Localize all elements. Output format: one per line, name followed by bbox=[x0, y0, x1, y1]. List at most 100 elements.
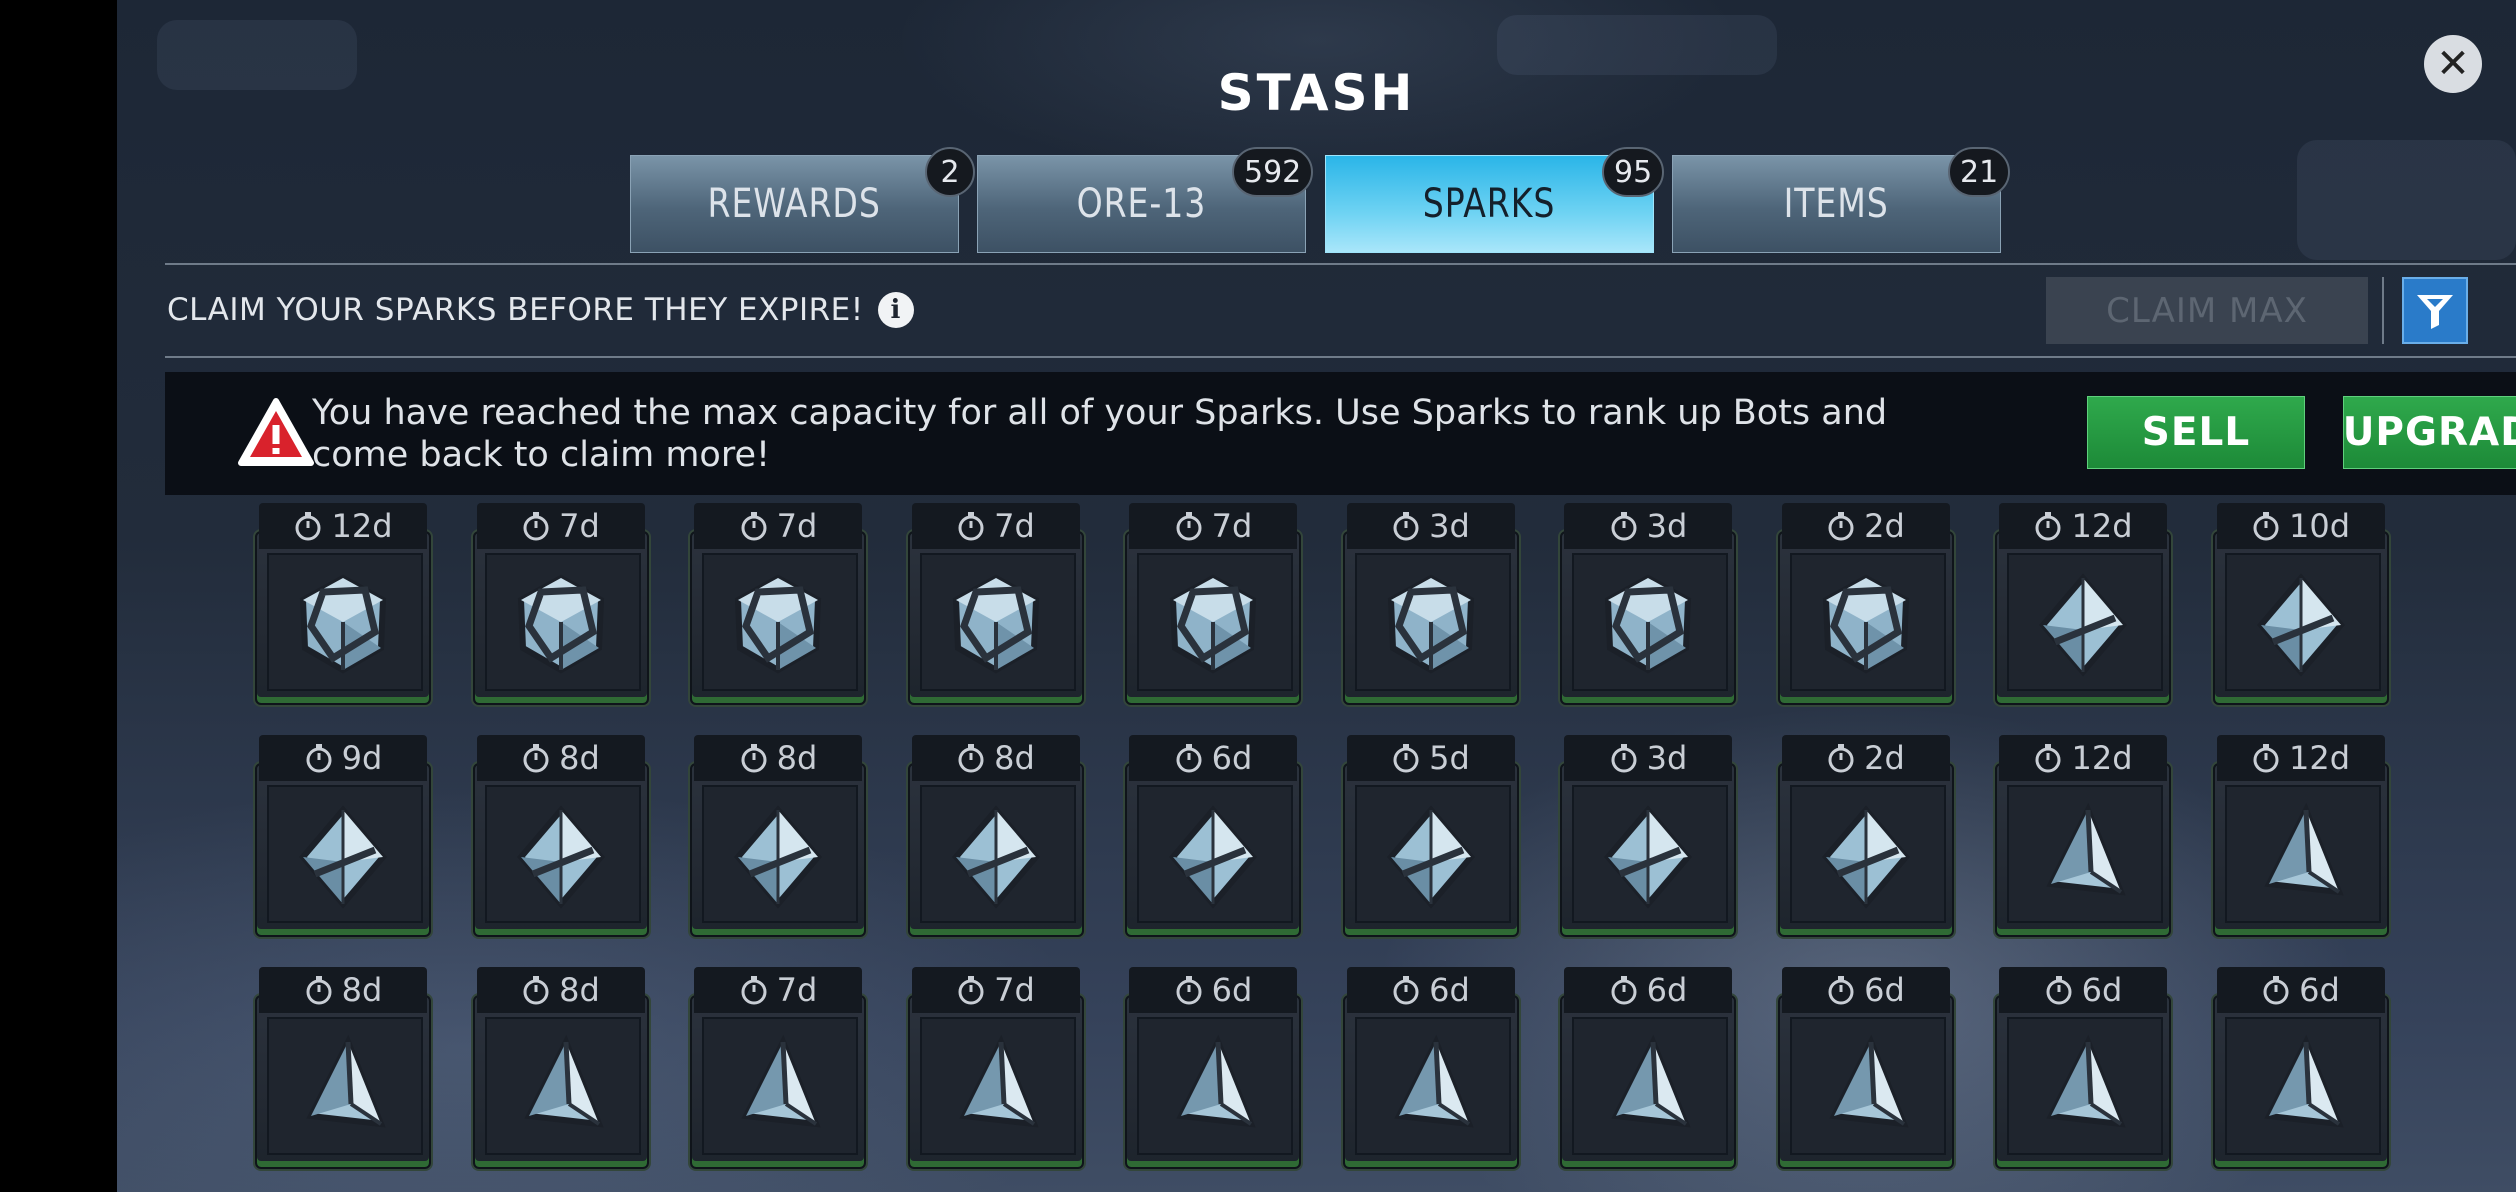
expiry-timer: 8d bbox=[476, 967, 645, 1013]
expiry-timer-text: 12d bbox=[2288, 739, 2351, 777]
expiry-timer-text: 6d bbox=[1864, 971, 1905, 1009]
background-shape bbox=[2297, 140, 2516, 260]
spark-slot[interactable]: 6d bbox=[1125, 967, 1301, 1169]
stopwatch-icon bbox=[2251, 743, 2281, 773]
expiry-timer: 8d bbox=[476, 735, 645, 781]
stopwatch-icon bbox=[1826, 511, 1856, 541]
stopwatch-icon bbox=[739, 975, 769, 1005]
spark-slot[interactable]: 12d bbox=[255, 503, 431, 705]
expiry-timer-text: 10d bbox=[2288, 507, 2351, 545]
claim-message-text: CLAIM YOUR SPARKS BEFORE THEY EXPIRE! bbox=[167, 292, 864, 328]
spark-tetra-icon bbox=[728, 1034, 828, 1144]
spark-slot[interactable]: 2d bbox=[1777, 735, 1954, 937]
stopwatch-icon bbox=[304, 975, 334, 1005]
spark-slot[interactable]: 7d bbox=[690, 503, 866, 705]
expiry-timer: 6d bbox=[1129, 967, 1297, 1013]
spark-slot[interactable]: 8d bbox=[472, 735, 649, 937]
close-button[interactable]: ✕ bbox=[2424, 35, 2482, 93]
spark-slot[interactable]: 9d bbox=[255, 735, 431, 937]
stopwatch-icon bbox=[293, 511, 323, 541]
spark-slot[interactable]: 12d bbox=[1995, 735, 2171, 937]
expiry-timer: 10d bbox=[2216, 503, 2385, 549]
expiry-timer: 7d bbox=[911, 967, 1080, 1013]
spark-slot[interactable]: 6d bbox=[2212, 967, 2389, 1169]
sell-button[interactable]: SELL bbox=[2087, 396, 2305, 469]
tab-label: ITEMS bbox=[1783, 181, 1890, 227]
spark-slot[interactable]: 7d bbox=[907, 967, 1084, 1169]
spark-slot[interactable]: 5d bbox=[1342, 735, 1519, 937]
spark-slot[interactable]: 8d bbox=[907, 735, 1084, 937]
spark-slot[interactable]: 3d bbox=[1342, 503, 1519, 705]
expiry-timer: 3d bbox=[1564, 503, 1732, 549]
expiry-timer: 12d bbox=[1999, 503, 2167, 549]
spark-tetra-icon bbox=[1816, 1034, 1916, 1144]
expiry-timer-text: 6d bbox=[2081, 971, 2123, 1009]
spark-tetra-icon bbox=[946, 1034, 1046, 1144]
spark-cube-icon bbox=[293, 570, 393, 680]
expiry-timer-text: 3d bbox=[1646, 739, 1688, 777]
spark-slot[interactable]: 6d bbox=[1995, 967, 2171, 1169]
stopwatch-icon bbox=[1391, 511, 1421, 541]
expiry-timer: 6d bbox=[1346, 967, 1515, 1013]
spark-slot[interactable]: 6d bbox=[1125, 735, 1301, 937]
expiry-timer-text: 12d bbox=[331, 507, 393, 545]
expiry-timer-text: 8d bbox=[776, 739, 818, 777]
spark-slot[interactable]: 7d bbox=[1125, 503, 1301, 705]
spark-slot[interactable]: 8d bbox=[690, 735, 866, 937]
spark-slot[interactable]: 7d bbox=[690, 967, 866, 1169]
expiry-timer: 8d bbox=[694, 735, 862, 781]
expiry-timer: 6d bbox=[2216, 967, 2385, 1013]
spark-slot[interactable]: 2d bbox=[1777, 503, 1954, 705]
info-icon[interactable]: i bbox=[877, 292, 914, 328]
expiry-timer: 7d bbox=[694, 967, 862, 1013]
expiry-timer: 8d bbox=[259, 967, 427, 1013]
expiry-timer-text: 6d bbox=[1646, 971, 1688, 1009]
spark-cube-icon bbox=[1816, 570, 1916, 680]
stopwatch-icon bbox=[1174, 511, 1204, 541]
stopwatch-icon bbox=[304, 743, 334, 773]
spark-slot[interactable]: 12d bbox=[1995, 503, 2171, 705]
stopwatch-icon bbox=[956, 975, 986, 1005]
expiry-timer: 6d bbox=[1564, 967, 1732, 1013]
warning-icon bbox=[238, 398, 314, 466]
spark-cube-icon bbox=[946, 570, 1046, 680]
spark-slot[interactable]: 7d bbox=[472, 503, 649, 705]
spark-slot[interactable]: 12d bbox=[2212, 735, 2389, 937]
spark-cube-icon bbox=[511, 570, 611, 680]
stopwatch-icon bbox=[1609, 743, 1639, 773]
expiry-timer-text: 8d bbox=[994, 739, 1035, 777]
spark-slot[interactable]: 7d bbox=[907, 503, 1084, 705]
tab-count-badge: 2 bbox=[925, 147, 975, 197]
spark-slot[interactable]: 10d bbox=[2212, 503, 2389, 705]
expiry-timer-text: 3d bbox=[1646, 507, 1688, 545]
spark-slot[interactable]: 6d bbox=[1560, 967, 1736, 1169]
expiry-timer-text: 12d bbox=[2071, 739, 2133, 777]
stopwatch-icon bbox=[521, 511, 551, 541]
spark-slot[interactable]: 3d bbox=[1560, 735, 1736, 937]
close-icon: ✕ bbox=[2436, 41, 2470, 87]
stopwatch-icon bbox=[1826, 743, 1856, 773]
expiry-timer-text: 6d bbox=[1211, 739, 1253, 777]
stopwatch-icon bbox=[2033, 743, 2063, 773]
expiry-timer-text: 7d bbox=[776, 971, 818, 1009]
tab-rewards[interactable]: REWARDS bbox=[630, 155, 959, 253]
stopwatch-icon bbox=[956, 743, 986, 773]
spark-slot[interactable]: 8d bbox=[255, 967, 431, 1169]
stopwatch-icon bbox=[521, 743, 551, 773]
spark-slot[interactable]: 8d bbox=[472, 967, 649, 1169]
filter-button[interactable] bbox=[2402, 277, 2468, 344]
spark-octa-icon bbox=[1598, 802, 1698, 912]
stopwatch-icon bbox=[2044, 975, 2074, 1005]
spark-slot[interactable]: 6d bbox=[1342, 967, 1519, 1169]
upgrade-button[interactable]: UPGRADE bbox=[2343, 396, 2516, 469]
spark-slot[interactable]: 3d bbox=[1560, 503, 1736, 705]
spark-tetra-icon bbox=[511, 1034, 611, 1144]
expiry-timer-text: 3d bbox=[1429, 507, 1470, 545]
spark-cube-icon bbox=[728, 570, 828, 680]
spark-slot[interactable]: 6d bbox=[1777, 967, 1954, 1169]
stopwatch-icon bbox=[2261, 975, 2291, 1005]
expiry-timer: 8d bbox=[911, 735, 1080, 781]
claim-max-button[interactable]: CLAIM MAX bbox=[2046, 277, 2368, 344]
stopwatch-icon bbox=[521, 975, 551, 1005]
expiry-timer-text: 2d bbox=[1864, 507, 1905, 545]
